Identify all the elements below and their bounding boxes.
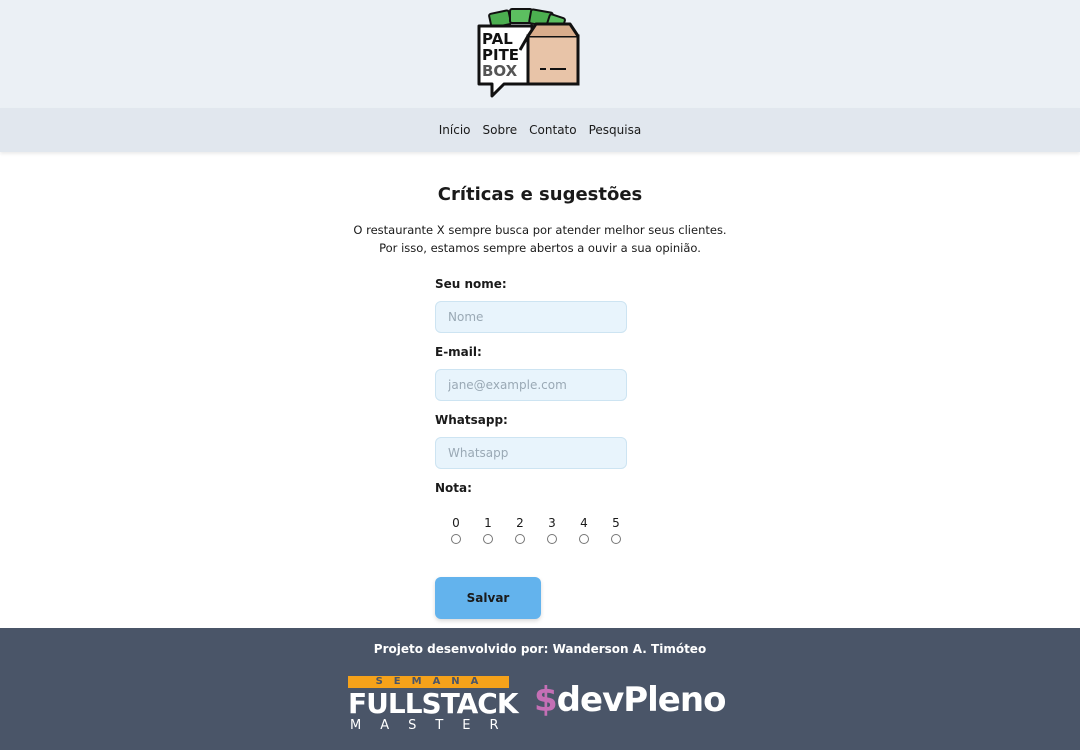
email-label: E-mail: <box>435 345 482 359</box>
header: PAL PITE BOX <box>0 0 1080 108</box>
rating-group: 0 1 2 3 4 5 <box>440 516 632 544</box>
rating-value: 4 <box>580 516 588 530</box>
intro-line-1: O restaurante X sempre busca por atender… <box>353 223 727 237</box>
fullstack-master-logo[interactable]: SEMANA FULLSTACK MASTER <box>348 676 519 736</box>
rating-option-2: 2 <box>504 516 536 544</box>
rating-option-4: 4 <box>568 516 600 544</box>
rating-radio-3[interactable] <box>547 534 557 544</box>
box-icon <box>518 22 580 86</box>
rating-option-1: 1 <box>472 516 504 544</box>
nav-item-pesquisa[interactable]: Pesquisa <box>583 108 648 152</box>
nav-item-contato[interactable]: Contato <box>523 108 582 152</box>
rating-value: 2 <box>516 516 524 530</box>
rating-value: 3 <box>548 516 556 530</box>
fsm-fullstack-text: FULLSTACK <box>348 687 519 720</box>
rating-radio-4[interactable] <box>579 534 589 544</box>
rating-label: Nota: <box>435 481 472 495</box>
footer-credit: Projeto desenvolvido por: Wanderson A. T… <box>373 642 707 656</box>
devpleno-logo[interactable]: $devPleno <box>534 680 727 720</box>
devpleno-text: devPleno <box>556 680 727 720</box>
rating-value: 0 <box>452 516 460 530</box>
main-nav: Início Sobre Contato Pesquisa <box>0 108 1080 152</box>
page-title: Críticas e sugestões <box>437 184 643 205</box>
fsm-master-text: MASTER <box>350 718 518 733</box>
main-content: Críticas e sugestões O restaurante X sem… <box>0 152 1080 628</box>
name-label: Seu nome: <box>435 277 507 291</box>
rating-radio-5[interactable] <box>611 534 621 544</box>
email-input[interactable] <box>435 369 627 401</box>
rating-option-5: 5 <box>600 516 632 544</box>
rating-radio-0[interactable] <box>451 534 461 544</box>
save-button[interactable]: Salvar <box>435 577 541 619</box>
rating-value: 5 <box>612 516 620 530</box>
palpitebox-logo[interactable]: PAL PITE BOX <box>474 6 586 100</box>
rating-radio-2[interactable] <box>515 534 525 544</box>
rating-radio-1[interactable] <box>483 534 493 544</box>
whatsapp-input[interactable] <box>435 437 627 469</box>
footer: Projeto desenvolvido por: Wanderson A. T… <box>0 628 1080 750</box>
logo-text-line3: BOX <box>482 62 518 80</box>
name-input[interactable] <box>435 301 627 333</box>
intro-line-2: Por isso, estamos sempre abertos a ouvir… <box>379 241 701 255</box>
rating-value: 1 <box>484 516 492 530</box>
rating-option-3: 3 <box>536 516 568 544</box>
whatsapp-label: Whatsapp: <box>435 413 508 427</box>
intro-text: O restaurante X sempre busca por atender… <box>0 221 1080 257</box>
rating-option-0: 0 <box>440 516 472 544</box>
devpleno-dollar-icon: $ <box>534 680 558 720</box>
nav-item-sobre[interactable]: Sobre <box>477 108 524 152</box>
nav-item-inicio[interactable]: Início <box>433 108 477 152</box>
